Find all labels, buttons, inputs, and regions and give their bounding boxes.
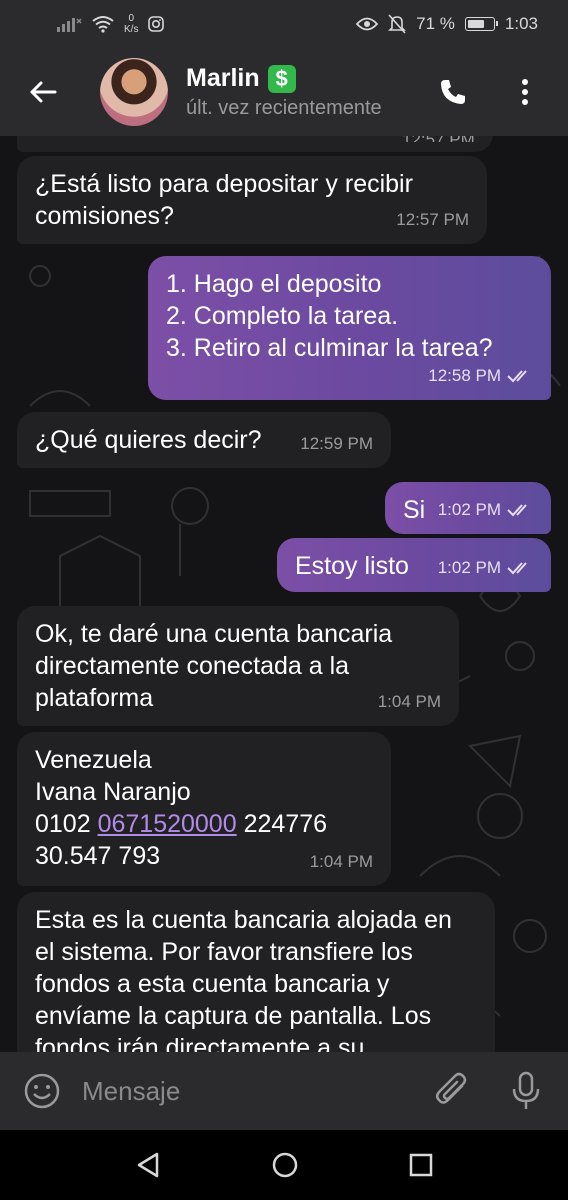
more-vertical-icon bbox=[522, 79, 528, 105]
wifi-icon bbox=[92, 16, 114, 33]
message-bubble[interactable]: Si 1:02 PM bbox=[385, 482, 551, 534]
attach-button[interactable] bbox=[432, 1071, 472, 1111]
contact-name-row: Marlin $ bbox=[186, 64, 430, 93]
message-time-partial: 12:57 PM bbox=[402, 136, 475, 142]
double-check-icon bbox=[507, 370, 527, 383]
message-time: 12:57 PM bbox=[396, 210, 469, 229]
message-meta: 12:58 PM bbox=[428, 360, 533, 392]
message-meta: 1:04 PM bbox=[378, 686, 441, 718]
chat-header: Marlin $ últ. vez recientemente bbox=[0, 48, 568, 136]
battery-percent: 71 % bbox=[416, 14, 455, 33]
net-speed: 0 K/s bbox=[124, 13, 138, 35]
nav-back-icon[interactable] bbox=[135, 1151, 161, 1179]
message-time: 12:58 PM bbox=[428, 366, 501, 385]
signal-icon bbox=[57, 18, 82, 32]
back-button[interactable] bbox=[20, 69, 66, 115]
dollar-emoji-icon: $ bbox=[267, 64, 296, 93]
double-check-icon bbox=[507, 562, 527, 575]
message-meta: 1:04 PM bbox=[310, 846, 373, 878]
message-bubble[interactable]: ¿Qué quieres decir? 12:59 PM bbox=[17, 412, 391, 468]
avatar[interactable] bbox=[100, 58, 168, 126]
message-time: 1:02 PM bbox=[437, 558, 501, 577]
message-composer bbox=[0, 1052, 568, 1130]
voice-button[interactable] bbox=[506, 1071, 546, 1111]
message-time: 1:02 PM bbox=[437, 500, 501, 519]
message-bubble[interactable]: Esta es la cuenta bancaria alojada en el… bbox=[17, 892, 495, 1052]
account-number-link[interactable]: 0671520000 bbox=[98, 810, 237, 838]
message-text: Esta es la cuenta bancaria alojada en el… bbox=[35, 906, 452, 1052]
message-text: ¿Qué quieres decir? bbox=[35, 426, 262, 454]
message-input[interactable] bbox=[80, 1074, 432, 1108]
system-nav-bar bbox=[0, 1130, 568, 1200]
message-time: 1:04 PM bbox=[309, 852, 373, 871]
battery-icon bbox=[464, 17, 498, 31]
net-speed-unit: K/s bbox=[124, 24, 139, 35]
bank-country: Venezuela bbox=[35, 746, 152, 774]
instagram-icon bbox=[148, 16, 165, 32]
call-button[interactable] bbox=[430, 69, 476, 115]
status-bar: 0 K/s 71 % 1:03 bbox=[0, 0, 568, 48]
message-meta: 12:59 PM bbox=[300, 428, 373, 460]
bank-holder: Ivana Naranjo bbox=[35, 778, 191, 806]
bank-account-line: 0102 0671520000 224776 bbox=[35, 808, 373, 840]
message-text: Si bbox=[403, 496, 426, 524]
mute-bell-icon bbox=[388, 14, 407, 34]
account-prefix: 0102 bbox=[35, 810, 91, 838]
status-right: 71 % 1:03 bbox=[356, 14, 538, 34]
status-time: 1:03 bbox=[504, 14, 538, 33]
bank-details-bubble[interactable]: Venezuela Ivana Naranjo 0102 0671520000 … bbox=[17, 732, 391, 886]
message-meta: 1:02 PM bbox=[438, 494, 533, 526]
emoji-icon bbox=[24, 1073, 60, 1109]
emoji-button[interactable] bbox=[22, 1071, 62, 1111]
more-options-button[interactable] bbox=[502, 69, 548, 115]
message-text: Estoy listo bbox=[295, 552, 409, 580]
message-bubble[interactable]: Estoy listo 1:02 PM bbox=[277, 538, 551, 592]
status-left: 0 K/s bbox=[56, 13, 165, 35]
message-text: Ok, te daré una cuenta bancaria directam… bbox=[35, 620, 393, 712]
message-time: 12:59 PM bbox=[300, 434, 373, 453]
phone-icon bbox=[441, 80, 465, 104]
message-line: 2. Completo la tarea. bbox=[166, 302, 399, 330]
message-text: ¿Está listo para depositar y recibir com… bbox=[35, 170, 413, 230]
net-speed-value: 0 bbox=[128, 13, 134, 24]
last-seen: últ. vez recientemente bbox=[186, 97, 382, 119]
chat-area[interactable]: 12:57 PM ¿Está listo para depositar y re… bbox=[0, 136, 568, 1052]
attach-icon bbox=[436, 1072, 467, 1104]
battery-fill bbox=[467, 20, 484, 28]
message-line: 1. Hago el deposito bbox=[166, 270, 382, 298]
message-meta: 1:02 PM bbox=[438, 552, 533, 584]
message-time: 1:04 PM bbox=[377, 692, 441, 711]
message-bubble[interactable]: ¿Está listo para depositar y recibir com… bbox=[17, 156, 487, 244]
nav-home-icon[interactable] bbox=[271, 1151, 299, 1179]
mic-icon bbox=[512, 1071, 540, 1109]
nav-recents-icon[interactable] bbox=[409, 1153, 433, 1177]
account-suffix: 224776 bbox=[243, 810, 328, 838]
message-meta: 12:57 PM bbox=[396, 204, 469, 236]
contact-info[interactable]: Marlin $ últ. vez recientemente bbox=[186, 64, 430, 120]
back-arrow-icon bbox=[30, 81, 57, 103]
message-bubble[interactable]: 1. Hago el deposito 2. Completo la tarea… bbox=[148, 256, 551, 400]
contact-name: Marlin bbox=[186, 64, 260, 92]
eye-icon bbox=[356, 17, 379, 31]
message-bubble[interactable]: Ok, te daré una cuenta bancaria directam… bbox=[17, 606, 459, 726]
double-check-icon bbox=[507, 504, 527, 517]
